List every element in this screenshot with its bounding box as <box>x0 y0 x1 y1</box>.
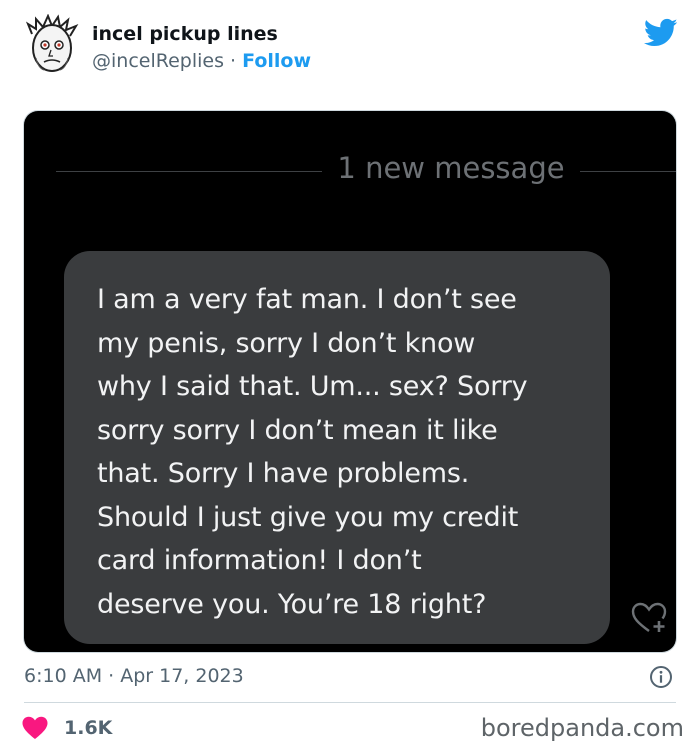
source-watermark: boredpanda.com <box>480 714 684 742</box>
tweet-timestamp[interactable]: 6:10 AM · Apr 17, 2023 <box>24 665 244 687</box>
like-count: 1.6K <box>64 717 113 739</box>
new-message-divider-label: 1 new message <box>337 151 565 185</box>
avatar[interactable] <box>22 14 82 76</box>
author-handle-row: @incelReplies · Follow <box>92 50 311 72</box>
footer-divider <box>24 702 676 703</box>
heart-icon <box>22 716 48 739</box>
message-line: card information! I don’t <box>97 545 422 576</box>
message-line: my penis, sorry I don’t know <box>97 327 476 359</box>
divider-line-right <box>580 171 676 172</box>
message-text: I am a very fat man. I don’t see my peni… <box>97 278 597 626</box>
divider-line-left <box>56 171 322 172</box>
message-line: sorry sorry I don’t mean it like <box>97 414 498 446</box>
message-line: deserve you. You’re 18 right? <box>97 588 487 620</box>
handle-separator: · <box>230 50 237 72</box>
message-line: that. Sorry I have problems. <box>97 458 470 489</box>
info-icon[interactable] <box>649 665 673 689</box>
message-bubble: I am a very fat man. I don’t see my peni… <box>64 251 610 644</box>
message-line: Should I just give you my credit <box>97 501 519 533</box>
follow-button[interactable]: Follow <box>242 50 311 72</box>
author-handle[interactable]: @incelReplies <box>92 50 224 72</box>
message-line: why I said that. Um... sex? Sorry <box>97 371 528 402</box>
author-display-name[interactable]: incel pickup lines <box>92 23 278 45</box>
heart-plus-icon[interactable] <box>630 601 668 635</box>
tweet-media-screenshot[interactable]: 1 new message I am a very fat man. I don… <box>24 111 676 652</box>
tweet-header: incel pickup lines @incelReplies · Follo… <box>0 0 700 100</box>
twitter-bird-icon[interactable] <box>644 18 678 48</box>
message-line: I am a very fat man. I don’t see <box>97 284 517 315</box>
like-button[interactable]: 1.6K <box>22 714 112 742</box>
